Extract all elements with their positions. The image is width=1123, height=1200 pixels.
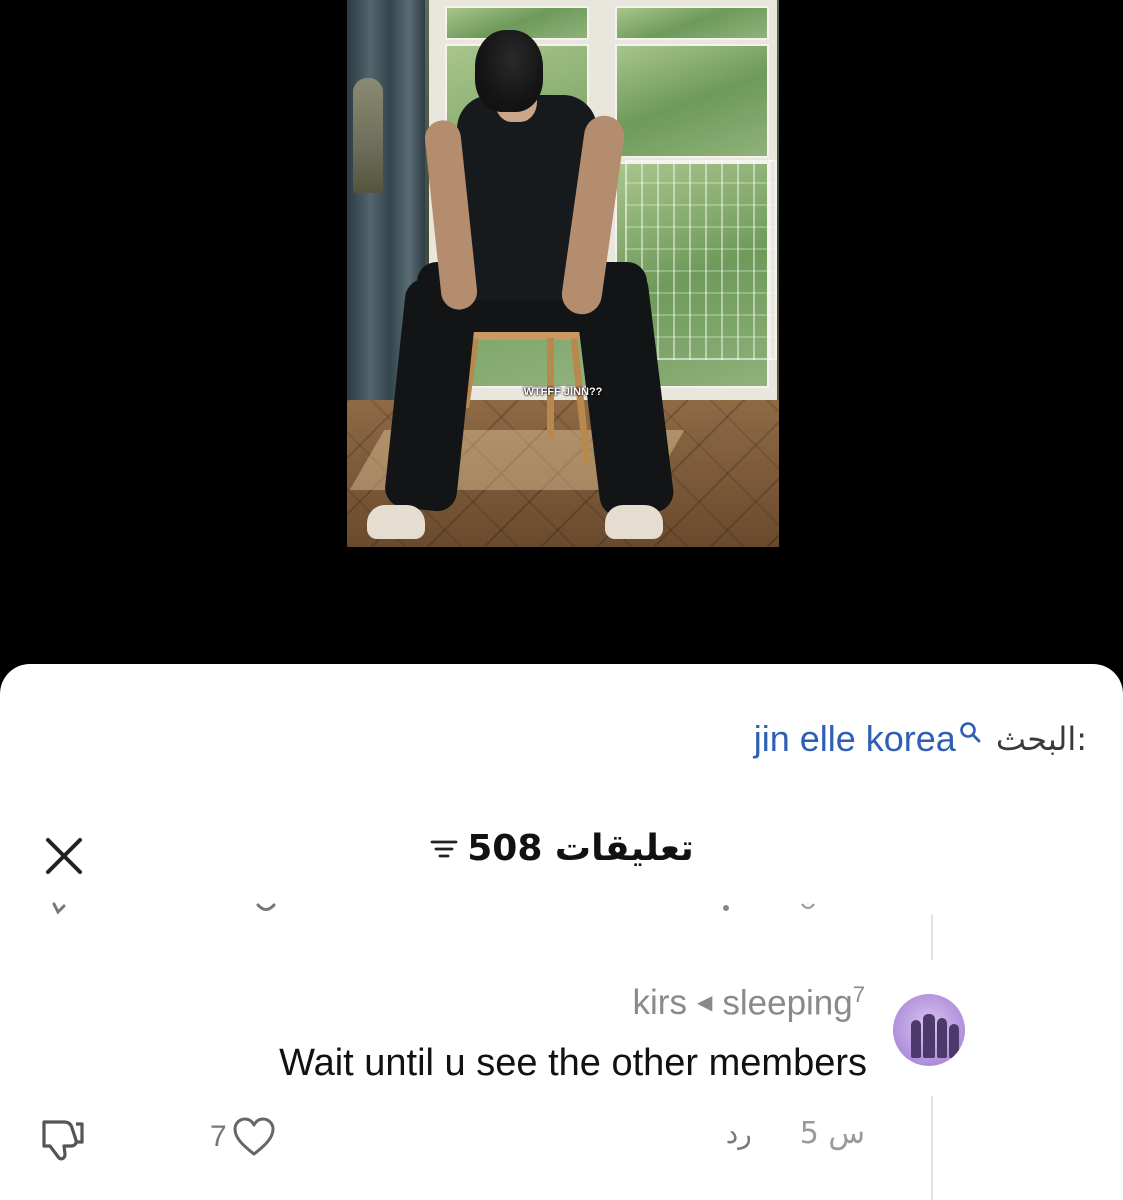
window-pane	[615, 44, 769, 158]
comments-sheet: jin elle korea البحث: 508 تعليقات kirs ◀…	[0, 664, 1123, 1200]
figure-shoe-left	[367, 505, 425, 539]
figure-head	[475, 30, 543, 112]
scrolled-text-fragment	[723, 903, 815, 911]
reply-to-superscript: 7	[852, 982, 865, 1007]
heart-icon[interactable]	[231, 1116, 277, 1158]
thread-line	[931, 1096, 933, 1200]
search-label: البحث:	[995, 720, 1087, 758]
thumbs-down-icon[interactable]	[38, 1112, 90, 1164]
figure-shoe-right	[605, 505, 663, 539]
like-count: 7	[210, 1120, 227, 1153]
avatar[interactable]	[893, 994, 965, 1066]
scrolled-icon-fragment	[52, 902, 66, 915]
curtain-tassel	[353, 78, 383, 193]
comment-author-row: kirs ◀ sleeping7	[633, 982, 865, 1024]
comments-header: 508 تعليقات	[0, 824, 1123, 884]
search-query-link[interactable]: jin elle korea	[754, 718, 956, 760]
reply-button[interactable]: رد	[726, 1117, 752, 1150]
video-caption: WTFFF JINN??	[523, 386, 603, 398]
reply-to-user[interactable]: sleeping7	[722, 982, 865, 1024]
comment-text: Wait until u see the other members	[279, 1042, 867, 1084]
sort-icon[interactable]	[429, 834, 459, 864]
scrolled-icon-fragment	[256, 903, 276, 911]
like-button[interactable]: 7	[210, 1116, 277, 1158]
video-frame[interactable]: WTFFF JINN??	[347, 0, 779, 547]
related-search[interactable]: jin elle korea البحث:	[754, 714, 1087, 764]
comment-author[interactable]: kirs	[633, 983, 687, 1023]
comments-count-title: 508 تعليقات	[467, 828, 694, 869]
window-pane	[615, 6, 769, 40]
comment-meta: رد 5 س	[726, 1116, 865, 1151]
video-player[interactable]: WTFFF JINN??	[0, 0, 1123, 700]
search-icon[interactable]	[958, 720, 982, 744]
triangle-left-icon: ◀	[696, 992, 713, 1015]
thread-line	[931, 914, 933, 960]
comments-title-wrap: 508 تعليقات	[0, 828, 1123, 873]
comment-time: 5 س	[799, 1116, 865, 1151]
